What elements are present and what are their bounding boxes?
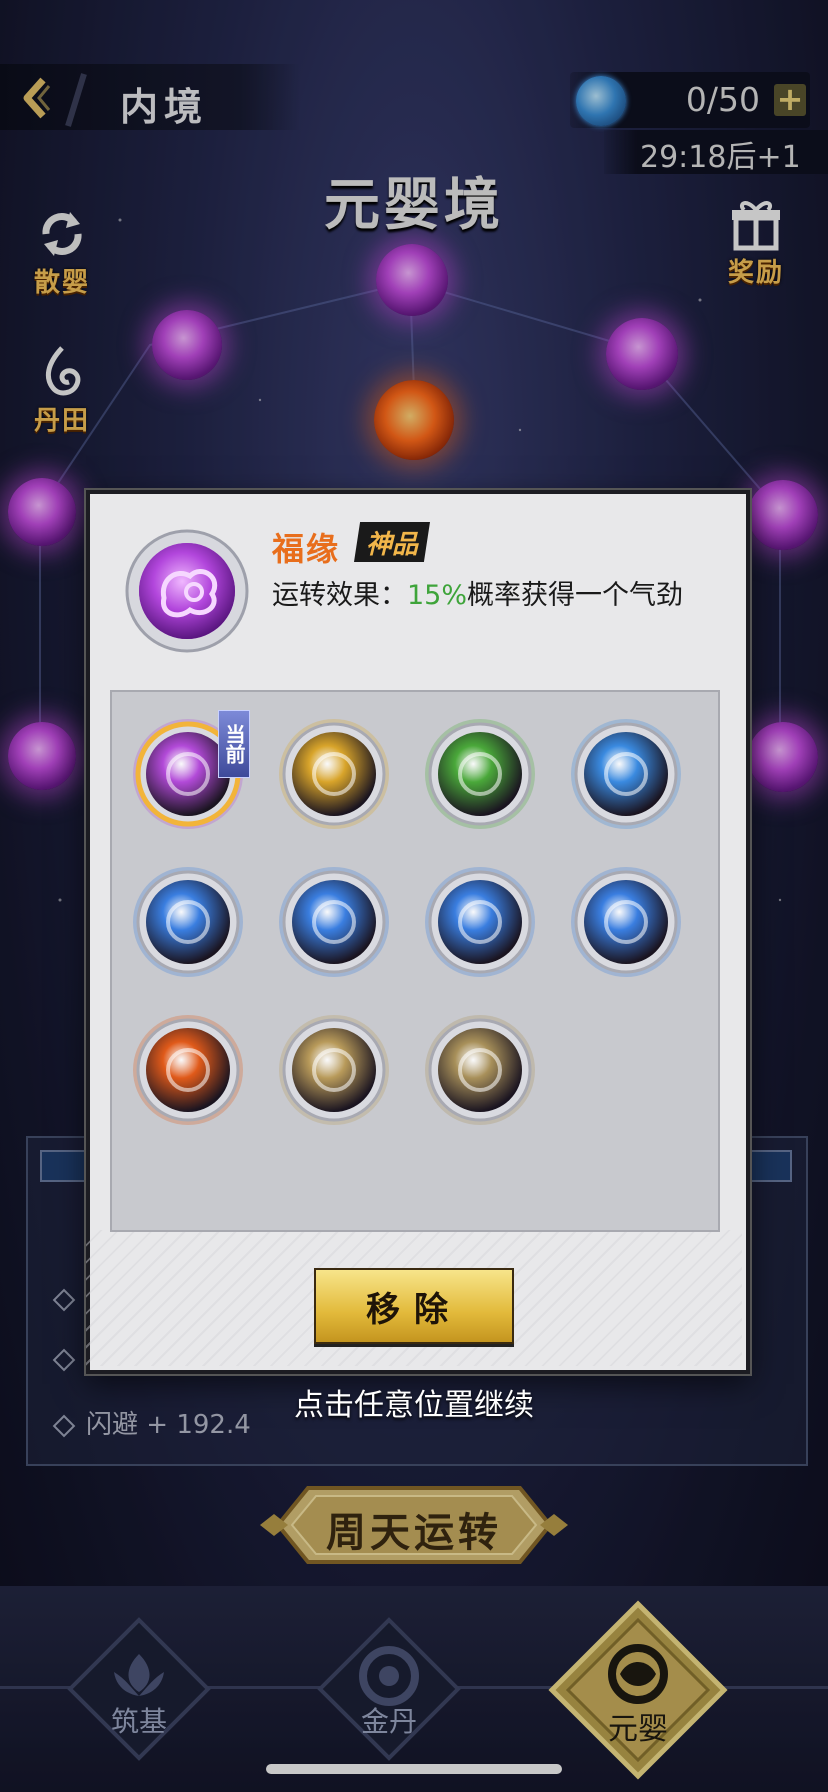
effect-percent: 15% [407, 580, 468, 611]
blue-sun-icon [425, 867, 535, 977]
grade-badge: 神品 [354, 522, 430, 562]
stone-crystals-icon [425, 1015, 535, 1125]
meridian-slot[interactable] [568, 716, 684, 832]
blue-sun-icon [571, 867, 681, 977]
fortune-cloud-icon [125, 529, 249, 653]
effect-suffix: 概率获得一个气劲 [467, 580, 684, 611]
green-dragon-icon [425, 719, 535, 829]
meridian-slot[interactable] [422, 1012, 538, 1128]
effect-prefix: 运转效果： [272, 580, 407, 611]
meridian-slot[interactable] [130, 1012, 246, 1128]
blue-sun-icon [133, 867, 243, 977]
meridian-slot[interactable] [130, 864, 246, 980]
meridian-slot[interactable] [422, 716, 538, 832]
meridian-slot[interactable] [422, 864, 538, 980]
meridian-name: 福缘 [272, 530, 341, 568]
meridian-slot[interactable] [276, 864, 392, 980]
fire-icon [133, 1015, 243, 1125]
golden-figure-icon [279, 719, 389, 829]
blue-sun-icon [279, 867, 389, 977]
blue-vortex-icon [571, 719, 681, 829]
current-tag: 当前 [218, 710, 250, 778]
stone-shield-icon [279, 1015, 389, 1125]
effect-description: 运转效果：15%概率获得一个气劲 [272, 580, 712, 612]
continue-hint: 点击任意位置继续 [294, 1388, 534, 1423]
meridian-slot[interactable] [276, 1012, 392, 1128]
meridian-slot[interactable] [276, 716, 392, 832]
meridian-slot[interactable] [568, 864, 684, 980]
remove-button[interactable]: 移除 [314, 1268, 514, 1344]
